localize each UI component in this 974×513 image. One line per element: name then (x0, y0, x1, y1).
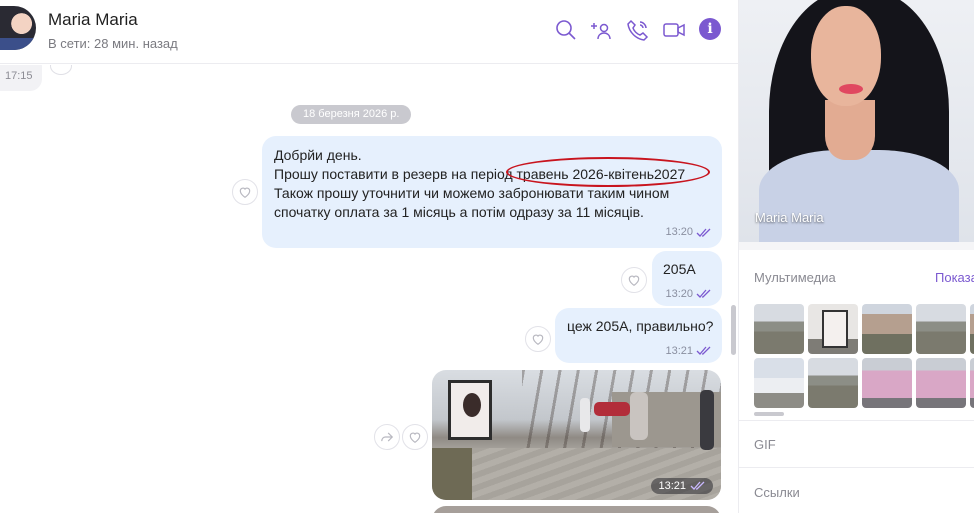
like-button[interactable] (525, 326, 551, 352)
double-check-icon (696, 289, 711, 298)
avatar[interactable] (0, 6, 36, 50)
media-thumbnail[interactable] (754, 358, 804, 408)
media-thumbnail[interactable] (808, 304, 858, 354)
message-list[interactable]: 17:15 18 березня 2026 р. Добрйи день. Пр… (0, 65, 738, 513)
message-time: 13:20 (665, 288, 693, 300)
heart-icon (628, 275, 640, 286)
message-time: 13:21 (665, 345, 693, 357)
video-call-icon[interactable] (662, 18, 686, 42)
message-meta: 13:21 (665, 345, 712, 357)
media-thumbnail[interactable] (970, 304, 974, 354)
chat-header: Maria Maria В сети: 28 мин. назад i (0, 0, 738, 64)
message-meta: 13:20 (665, 223, 712, 242)
scrollbar[interactable] (731, 305, 736, 355)
message-meta: 13:20 (665, 288, 712, 300)
contact-info-panel: Maria Maria Мультимедиа Показа GIF Ссылк… (738, 0, 974, 513)
media-section-label: Мультимедиа (754, 270, 836, 285)
links-section-label[interactable]: Ссылки (754, 485, 800, 500)
message-bubble[interactable]: Добрйи день. Прошу поставити в резерв на… (262, 136, 722, 248)
date-separator: 18 березня 2026 р. (291, 105, 412, 124)
double-check-icon (696, 228, 711, 237)
message-time: 17:15 (5, 70, 33, 82)
media-thumbnail[interactable] (808, 358, 858, 408)
message-meta: 13:21 (651, 478, 713, 494)
message-bubble[interactable]: 205А 13:20 (652, 251, 722, 306)
message-time: 13:20 (665, 226, 693, 238)
message-text: 205А (663, 261, 696, 277)
like-button[interactable] (232, 179, 258, 205)
call-icon[interactable] (626, 18, 650, 42)
info-icon[interactable]: i (699, 18, 721, 40)
message-bubble[interactable]: цеж 205А, правильно? 13:21 (555, 308, 722, 363)
profile-photo[interactable]: Maria Maria (739, 0, 974, 242)
photo-message[interactable]: 13:21 (432, 370, 721, 500)
like-button[interactable] (402, 424, 428, 450)
media-thumbnail[interactable] (970, 358, 974, 408)
heart-icon (409, 432, 421, 443)
media-thumbnail[interactable] (754, 304, 804, 354)
show-all-media-link[interactable]: Показа (935, 270, 974, 285)
annotation-ellipse (506, 157, 710, 187)
photo-message[interactable] (432, 506, 721, 513)
heart-icon (239, 187, 251, 198)
forward-icon (381, 432, 394, 442)
forward-button[interactable] (374, 424, 400, 450)
double-check-icon (696, 346, 711, 355)
media-thumbnail[interactable] (916, 304, 966, 354)
contact-status: В сети: 28 мин. назад (48, 36, 178, 51)
message-time: 13:21 (658, 480, 686, 492)
media-scrollbar[interactable] (754, 412, 784, 416)
media-thumbnail[interactable] (916, 358, 966, 408)
like-button[interactable] (50, 65, 72, 75)
profile-name: Maria Maria (755, 210, 824, 225)
add-participant-icon[interactable] (590, 18, 614, 42)
double-check-icon (690, 481, 705, 490)
media-thumbnail[interactable] (862, 358, 912, 408)
message-text: цеж 205А, правильно? (567, 318, 714, 334)
contact-name[interactable]: Maria Maria (48, 10, 138, 30)
message-line: спочатку оплата за 1 місяць а потім одра… (274, 204, 644, 220)
like-button[interactable] (621, 267, 647, 293)
gif-section-label[interactable]: GIF (754, 437, 776, 452)
search-icon[interactable] (554, 18, 578, 42)
heart-icon (532, 334, 544, 345)
media-thumbnail[interactable] (862, 304, 912, 354)
billboard-image (448, 380, 492, 440)
message-line: Також прошу уточнити чи можемо забронюва… (274, 185, 670, 201)
